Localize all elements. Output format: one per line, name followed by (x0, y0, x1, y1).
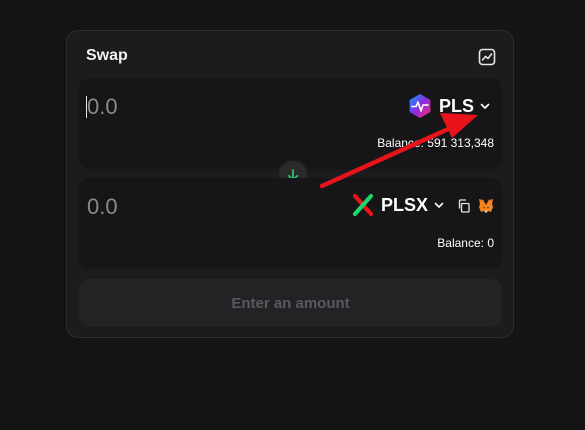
add-to-metamask-button[interactable] (478, 198, 494, 214)
pulsechain-logo-icon (409, 94, 431, 118)
to-token-select[interactable]: PLSX (351, 193, 444, 217)
enter-amount-button[interactable]: Enter an amount (79, 279, 502, 327)
from-token-select[interactable]: PLS (407, 93, 490, 119)
chevron-down-icon (434, 202, 444, 208)
from-token-symbol: PLS (438, 95, 474, 116)
to-balance: Balance: 0 (437, 236, 494, 250)
from-balance: Balance: 591 313,348 (377, 136, 494, 150)
swap-card: Swap PLS (66, 30, 514, 338)
chart-line-icon (478, 48, 496, 66)
metamask-icon (479, 199, 493, 213)
to-token-symbol: PLSX (380, 194, 428, 215)
copy-icon (458, 199, 470, 213)
copy-address-button[interactable] (456, 198, 472, 214)
from-amount-input[interactable] (87, 92, 287, 122)
swap-title: Swap (86, 47, 128, 64)
chart-toggle-button[interactable] (477, 47, 497, 67)
to-amount-input[interactable] (87, 192, 287, 222)
to-token-panel: PLSX Balance: 0 (79, 178, 502, 269)
chevron-down-icon (480, 103, 490, 109)
from-token-panel: PLS Balance: 591 313,348 (79, 78, 502, 169)
pulsex-logo-icon (352, 193, 374, 217)
